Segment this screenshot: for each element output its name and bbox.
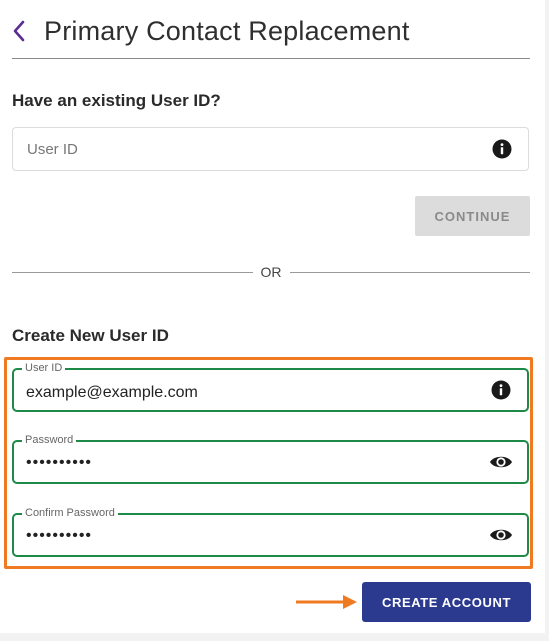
chevron-left-icon bbox=[13, 20, 25, 42]
existing-user-heading: Have an existing User ID? bbox=[12, 91, 221, 110]
user-id-value: example@example.com bbox=[26, 384, 198, 401]
divider-line-left bbox=[12, 271, 253, 273]
field-label-user-id: User ID bbox=[22, 361, 66, 375]
or-label: OR bbox=[260, 264, 282, 280]
page-card: Primary Contact Replacement Have an exis… bbox=[0, 0, 545, 633]
page-title: Primary Contact Replacement bbox=[44, 15, 410, 46]
create-account-button[interactable]: CREATE ACCOUNT bbox=[362, 582, 531, 622]
confirm-password-value: •••••••••• bbox=[26, 527, 93, 544]
password-value: •••••••••• bbox=[26, 454, 93, 471]
or-divider: OR bbox=[12, 262, 530, 282]
field-label-confirm-password: Confirm Password bbox=[22, 506, 118, 520]
existing-user-id-input[interactable]: User ID bbox=[12, 127, 529, 171]
new-user-id-field[interactable]: User ID example@example.com bbox=[12, 361, 529, 412]
info-icon[interactable] bbox=[491, 380, 511, 400]
info-icon[interactable] bbox=[492, 139, 512, 159]
password-field[interactable]: Password •••••••••• bbox=[12, 433, 529, 484]
page-header: Primary Contact Replacement bbox=[12, 14, 530, 59]
confirm-password-field[interactable]: Confirm Password •••••••••• bbox=[12, 506, 529, 557]
field-label-password: Password bbox=[22, 433, 77, 447]
arrow-annotation-icon bbox=[296, 595, 357, 609]
user-id-placeholder: User ID bbox=[27, 141, 78, 158]
eye-icon[interactable] bbox=[489, 453, 513, 471]
create-user-heading: Create New User ID bbox=[12, 326, 169, 345]
back-button[interactable] bbox=[12, 16, 32, 46]
eye-icon[interactable] bbox=[489, 526, 513, 544]
divider-line-right bbox=[289, 271, 530, 273]
continue-button[interactable]: CONTINUE bbox=[415, 196, 530, 236]
